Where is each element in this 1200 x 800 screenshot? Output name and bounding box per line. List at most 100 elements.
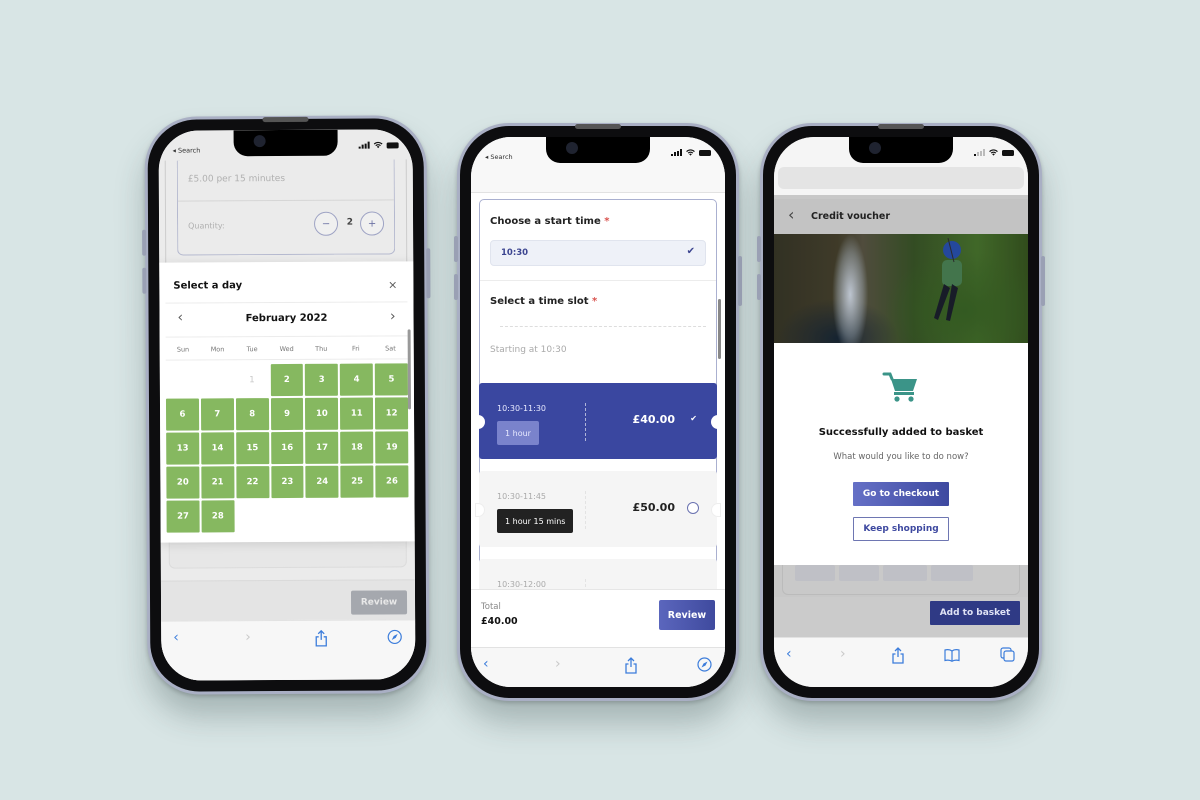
share-icon[interactable]: [314, 629, 328, 647]
close-icon[interactable]: ×: [388, 278, 397, 291]
signal-icon: [974, 149, 985, 156]
shopping-cart-icon: [882, 372, 917, 402]
calendar-blank: [166, 364, 199, 396]
power-button: [738, 256, 742, 306]
status-back-link[interactable]: ◂ Search: [485, 153, 513, 161]
required-mark: *: [604, 216, 610, 227]
share-icon[interactable]: [891, 647, 905, 664]
start-time-select[interactable]: 10:30 ✔: [490, 240, 706, 266]
notch: [546, 137, 650, 163]
notch: [849, 137, 953, 163]
status-back-link[interactable]: ◂ Search: [173, 146, 201, 154]
compass-icon[interactable]: [697, 657, 712, 672]
calendar-day[interactable]: 28: [201, 500, 235, 533]
ticket-notch: [475, 415, 485, 429]
bookmarks-icon[interactable]: [944, 648, 960, 662]
add-to-basket-button[interactable]: Add to basket: [930, 601, 1020, 625]
time-slot[interactable]: 10:30-11:45 1 hour 15 mins £50.00: [475, 471, 721, 547]
calendar-day[interactable]: 2: [270, 363, 304, 397]
radio-button[interactable]: [687, 502, 699, 514]
wifi-icon: [686, 149, 695, 156]
calendar-day[interactable]: 5: [374, 363, 408, 396]
calendar-day[interactable]: 7: [200, 398, 234, 431]
calendar-day[interactable]: 4: [340, 363, 374, 396]
calendar-day[interactable]: 15: [235, 432, 269, 465]
scrollbar[interactable]: [718, 299, 721, 359]
phone-calendar: ◂ Search £5.00 per 15 minutes Quantity: …: [142, 115, 431, 695]
volume-down-button: [142, 267, 147, 294]
back-icon[interactable]: ‹: [788, 205, 794, 224]
added-to-basket-modal: Successfully added to basket What would …: [774, 343, 1028, 565]
share-icon[interactable]: [624, 657, 638, 674]
volume-up-button: [142, 229, 147, 256]
quantity-decrease-button[interactable]: −: [313, 211, 339, 236]
check-icon: ✔: [690, 414, 697, 423]
browser-forward-icon[interactable]: ›: [840, 646, 846, 662]
keep-shopping-button[interactable]: Keep shopping: [853, 517, 949, 541]
calendar-day[interactable]: 22: [236, 466, 270, 499]
scrollbar[interactable]: [407, 329, 412, 410]
calendar-blank: [201, 364, 234, 396]
quantity-label: Quantity:: [188, 221, 225, 231]
select-day-modal: Select a day × ‹ February 2022 › Sun Mon T…: [159, 261, 415, 543]
calendar-day[interactable]: 26: [375, 465, 409, 498]
safari-toolbar: ‹ ›: [161, 619, 416, 681]
calendar-day[interactable]: 20: [166, 466, 200, 499]
calendar-day[interactable]: 3: [305, 363, 339, 396]
footer-bar: Add to basket: [774, 597, 1028, 641]
go-to-checkout-button[interactable]: Go to checkout: [853, 482, 949, 506]
calendar-day[interactable]: 18: [340, 431, 374, 464]
slot-duration-badge: 1 hour: [497, 421, 539, 445]
slot-divider: [585, 491, 586, 529]
browser-forward-icon[interactable]: ›: [555, 656, 561, 672]
calendar-day[interactable]: 21: [201, 466, 235, 499]
power-button: [1041, 256, 1045, 306]
options-card-dimmed: [782, 565, 1020, 595]
calendar-day[interactable]: 19: [375, 431, 409, 464]
review-button-disabled[interactable]: Review: [350, 590, 408, 615]
calendar-day[interactable]: 23: [270, 465, 304, 499]
calendar-day[interactable]: 10: [305, 397, 339, 430]
tabs-icon[interactable]: [1000, 647, 1015, 662]
next-month-button[interactable]: ›: [390, 308, 396, 324]
browser-back-icon[interactable]: ‹: [173, 630, 179, 646]
quantity-increase-button[interactable]: +: [359, 211, 385, 236]
modal-title: Successfully added to basket: [818, 427, 984, 438]
calendar-day[interactable]: 17: [305, 431, 339, 464]
browser-forward-icon[interactable]: ›: [245, 629, 251, 645]
weekday-label: Sat: [385, 344, 396, 353]
calendar-grid: 1 2 3 4 5 6 7 8 9 10 11 12 13 14 15 16 17 18 19 20 21 22 23 24 2…: [165, 363, 409, 533]
review-button[interactable]: Review: [659, 600, 715, 630]
calendar-day[interactable]: 9: [270, 397, 304, 431]
calendar-day[interactable]: 12: [375, 397, 409, 430]
page-header: ‹ Credit voucher: [774, 199, 1028, 234]
calendar-day[interactable]: 27: [166, 500, 200, 533]
speaker: [575, 124, 621, 129]
calendar-day[interactable]: 25: [340, 465, 374, 498]
calendar-day[interactable]: 11: [340, 397, 374, 430]
ticket-notch: [475, 503, 485, 517]
calendar-day[interactable]: 13: [166, 432, 200, 465]
volume-up-button: [757, 236, 761, 262]
browser-back-icon[interactable]: ‹: [483, 656, 489, 672]
battery-icon: [1002, 149, 1014, 156]
weekday-header: Sun Mon Tue Wed Thu Fri Sat: [166, 344, 408, 353]
weekday-label: Sun: [176, 345, 190, 354]
time-slot-selected[interactable]: 10:30-11:30 1 hour £40.00 ✔: [475, 383, 721, 459]
slot-time: 10:30-12:00: [497, 580, 546, 589]
calendar-day[interactable]: 8: [235, 398, 269, 431]
ticket-notch: [711, 415, 721, 429]
browser-back-icon[interactable]: ‹: [786, 646, 792, 662]
calendar-day[interactable]: 24: [305, 465, 339, 498]
slot-duration-badge: 1 hour 15 mins: [497, 509, 574, 533]
calendar-day[interactable]: 6: [165, 398, 199, 431]
address-bar[interactable]: [778, 167, 1024, 189]
starting-at-label: Starting at 10:30: [490, 345, 567, 355]
compass-icon[interactable]: [387, 629, 402, 645]
weekday-label: Tue: [246, 345, 258, 354]
calendar-day[interactable]: 14: [200, 432, 235, 465]
volume-down-button: [757, 274, 761, 300]
signal-icon: [671, 149, 682, 156]
speaker: [262, 116, 309, 123]
calendar-day[interactable]: 16: [270, 431, 304, 465]
